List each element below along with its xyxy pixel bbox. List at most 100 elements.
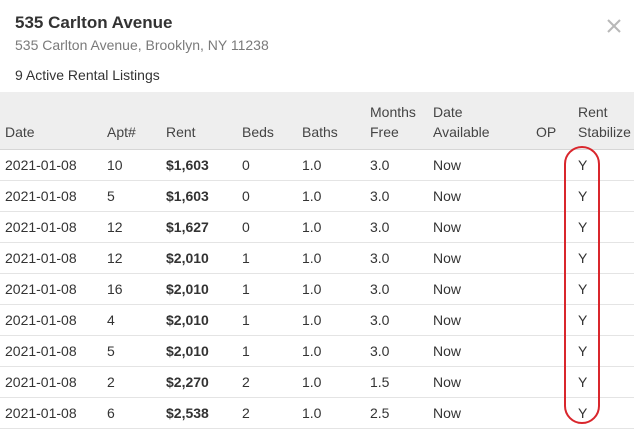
cell-op [531,304,573,336]
cell-apt: 4 [102,304,161,336]
cell-rent: $2,010 [161,335,237,367]
cell-op [531,397,573,429]
listing-popup: 535 Carlton Avenue 535 Carlton Avenue, B… [0,0,634,429]
cell-rent: $1,603 [161,149,237,181]
cell-op [531,180,573,212]
cell-rent: $2,010 [161,273,237,305]
cell-baths: 1.0 [297,335,365,367]
building-address: 535 Carlton Avenue, Brooklyn, NY 11238 [15,37,269,53]
cell-op [531,273,573,305]
table-row[interactable]: 2021-01-08 12 $2,010 1 1.0 3.0 Now Y [0,242,634,274]
cell-rent: $2,538 [161,397,237,429]
cell-rent: $1,603 [161,180,237,212]
cell-rent-stabilized: Y [573,397,634,429]
table-row[interactable]: 2021-01-08 5 $2,010 1 1.0 3.0 Now Y [0,335,634,367]
cell-apt: 12 [102,242,161,274]
table-row[interactable]: 2021-01-08 6 $2,538 2 1.0 2.5 Now Y [0,397,634,429]
cell-beds: 1 [237,304,297,336]
cell-date-available: Now [428,180,531,212]
listing-count: 9 Active Rental Listings [15,67,160,83]
column-header-beds[interactable]: Beds [237,92,297,150]
cell-baths: 1.0 [297,242,365,274]
cell-beds: 0 [237,180,297,212]
cell-date-available: Now [428,211,531,243]
cell-beds: 1 [237,242,297,274]
cell-rent: $2,010 [161,242,237,274]
cell-date-available: Now [428,397,531,429]
table-row[interactable]: 2021-01-08 12 $1,627 0 1.0 3.0 Now Y [0,211,634,243]
cell-date-available: Now [428,335,531,367]
cell-rent-stabilized: Y [573,180,634,212]
cell-baths: 1.0 [297,366,365,398]
column-header-date[interactable]: Date [0,92,102,150]
cell-months-free: 3.0 [365,211,428,243]
cell-date: 2021-01-08 [0,366,102,398]
table-header-row: Date Apt# Rent Beds Baths Months Free Dat… [0,92,634,150]
cell-beds: 1 [237,335,297,367]
cell-rent-stabilized: Y [573,335,634,367]
cell-op [531,242,573,274]
close-icon[interactable] [603,15,625,37]
cell-rent-stabilized: Y [573,366,634,398]
cell-date: 2021-01-08 [0,180,102,212]
cell-op [531,335,573,367]
cell-date-available: Now [428,273,531,305]
column-header-date-available[interactable]: Date Available [428,92,531,150]
cell-apt: 2 [102,366,161,398]
cell-date: 2021-01-08 [0,273,102,305]
cell-months-free: 3.0 [365,180,428,212]
table-row[interactable]: 2021-01-08 16 $2,010 1 1.0 3.0 Now Y [0,273,634,305]
cell-beds: 2 [237,366,297,398]
cell-date-available: Now [428,149,531,181]
cell-apt: 6 [102,397,161,429]
cell-months-free: 3.0 [365,335,428,367]
cell-rent-stabilized: Y [573,273,634,305]
listings-table: Date Apt# Rent Beds Baths Months Free Dat… [0,92,634,429]
cell-months-free: 1.5 [365,366,428,398]
column-header-op[interactable]: OP [531,92,573,150]
column-header-baths[interactable]: Baths [297,92,365,150]
cell-date: 2021-01-08 [0,335,102,367]
cell-months-free: 3.0 [365,273,428,305]
cell-months-free: 3.0 [365,304,428,336]
column-header-apt[interactable]: Apt# [102,92,161,150]
cell-date-available: Now [428,304,531,336]
table-row[interactable]: 2021-01-08 4 $2,010 1 1.0 3.0 Now Y [0,304,634,336]
cell-baths: 1.0 [297,180,365,212]
cell-months-free: 3.0 [365,242,428,274]
cell-rent-stabilized: Y [573,211,634,243]
cell-date-available: Now [428,242,531,274]
cell-rent-stabilized: Y [573,242,634,274]
cell-op [531,366,573,398]
cell-op [531,211,573,243]
cell-baths: 1.0 [297,149,365,181]
cell-beds: 2 [237,397,297,429]
cell-date: 2021-01-08 [0,397,102,429]
cell-baths: 1.0 [297,304,365,336]
cell-baths: 1.0 [297,273,365,305]
cell-date: 2021-01-08 [0,211,102,243]
cell-months-free: 3.0 [365,149,428,181]
column-header-rent-stabilized[interactable]: Rent Stabilize [573,92,634,150]
cell-date: 2021-01-08 [0,149,102,181]
table-row[interactable]: 2021-01-08 5 $1,603 0 1.0 3.0 Now Y [0,180,634,212]
cell-rent: $1,627 [161,211,237,243]
cell-apt: 12 [102,211,161,243]
column-header-months-free[interactable]: Months Free [365,92,428,150]
table-row[interactable]: 2021-01-08 2 $2,270 2 1.0 1.5 Now Y [0,366,634,398]
cell-apt: 5 [102,180,161,212]
column-header-rent[interactable]: Rent [161,92,237,150]
cell-op [531,149,573,181]
cell-date: 2021-01-08 [0,242,102,274]
cell-beds: 0 [237,211,297,243]
cell-apt: 10 [102,149,161,181]
table-row[interactable]: 2021-01-08 10 $1,603 0 1.0 3.0 Now Y [0,149,634,181]
cell-beds: 0 [237,149,297,181]
cell-date: 2021-01-08 [0,304,102,336]
cell-beds: 1 [237,273,297,305]
cell-months-free: 2.5 [365,397,428,429]
cell-baths: 1.0 [297,397,365,429]
cell-baths: 1.0 [297,211,365,243]
cell-apt: 16 [102,273,161,305]
cell-rent: $2,010 [161,304,237,336]
